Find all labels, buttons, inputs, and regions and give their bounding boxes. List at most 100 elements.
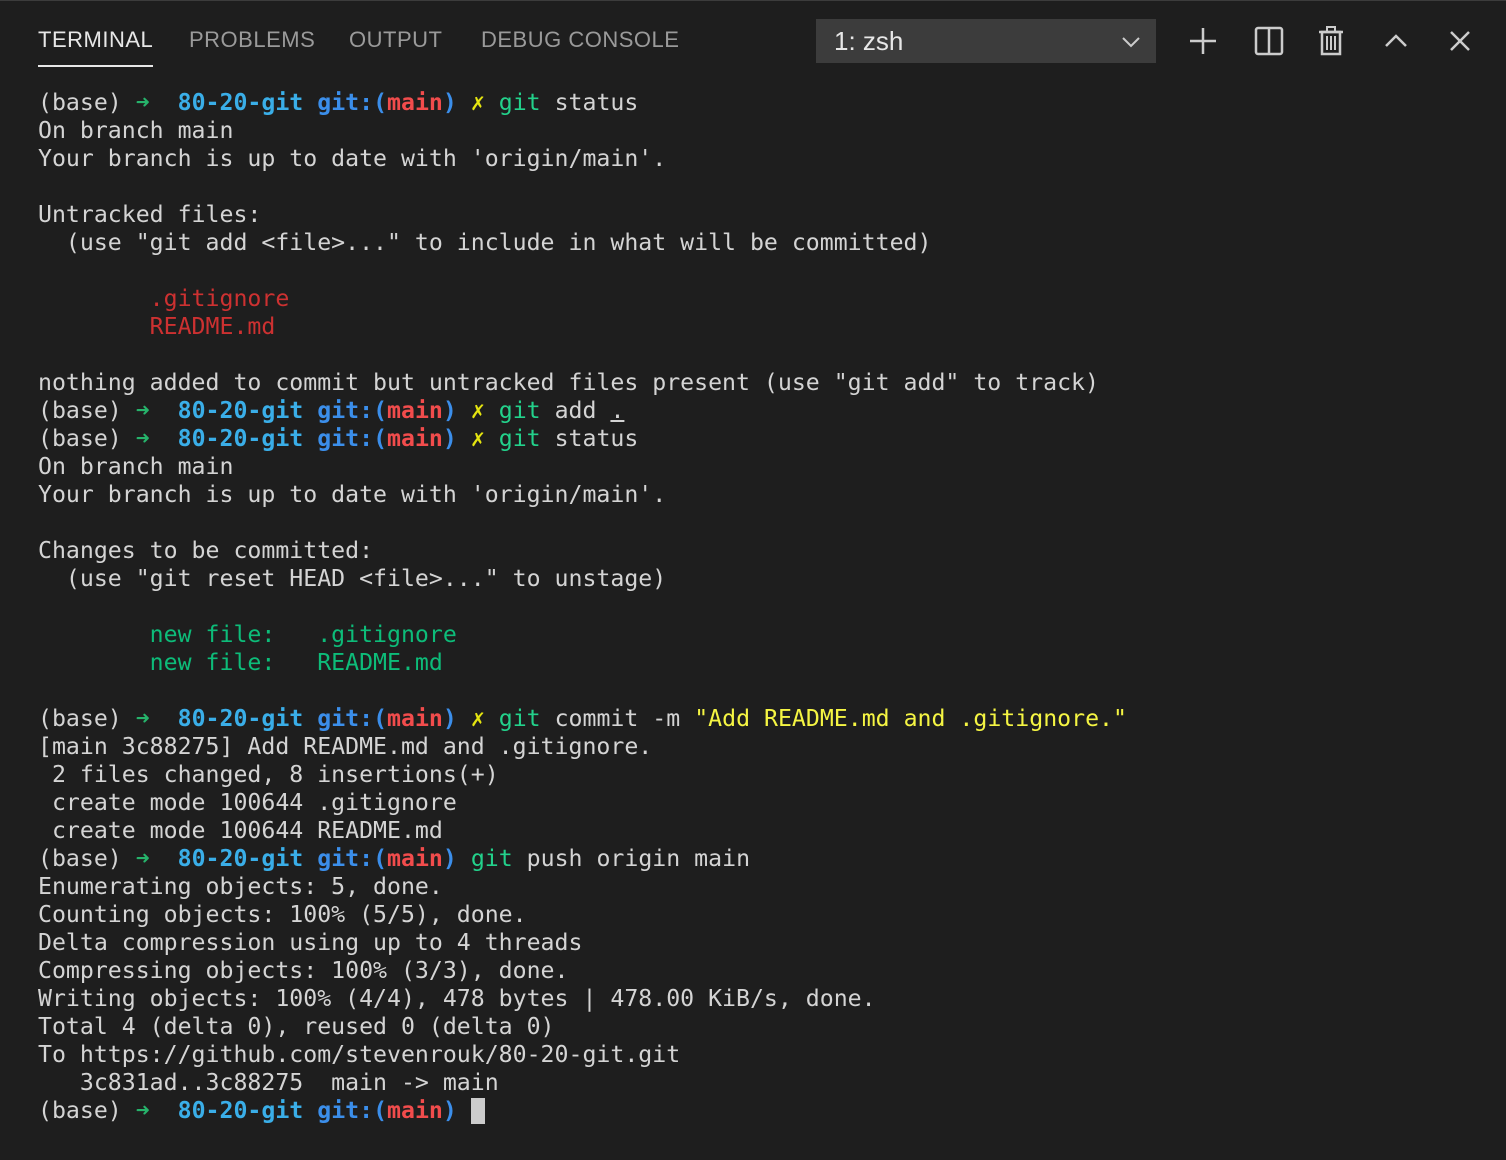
tab-debug-console[interactable]: DEBUG CONSOLE [481, 27, 679, 65]
terminal-line: (use "git add <file>..." to include in w… [38, 229, 1506, 257]
terminal-text-segment: create mode 100644 .gitignore [38, 789, 457, 816]
terminal-text-segment: git:( [317, 845, 388, 872]
terminal-text-segment: ➜ [135, 397, 178, 424]
terminal-text-segment: ➜ [135, 705, 178, 732]
terminal-text-segment: ) [442, 425, 471, 452]
terminal-line: (use "git reset HEAD <file>..." to unsta… [38, 565, 1506, 593]
panel-tab-bar: TERMINAL PROBLEMS OUTPUT DEBUG CONSOLE 1… [0, 1, 1506, 81]
terminal-text-segment: On branch main [38, 453, 234, 480]
terminal-text-segment: 80-20-git [177, 705, 318, 732]
terminal-text-segment: 2 files changed, 8 insertions(+) [38, 761, 499, 788]
plus-icon [1190, 28, 1216, 54]
terminal-text-segment: ➜ [135, 1097, 178, 1124]
terminal-text-segment: README.md [38, 313, 276, 340]
terminal-line: Your branch is up to date with 'origin/m… [38, 481, 1506, 509]
terminal-line: Writing objects: 100% (4/4), 478 bytes |… [38, 985, 1506, 1013]
maximize-panel-button[interactable] [1378, 23, 1414, 59]
tab-terminal[interactable]: TERMINAL [38, 27, 154, 67]
terminal-text-segment: git:( [317, 397, 388, 424]
close-panel-button[interactable] [1442, 23, 1478, 59]
terminal-line: Delta compression using up to 4 threads [38, 929, 1506, 957]
terminal-text-segment: ✗ [470, 397, 499, 424]
terminal-line: Enumerating objects: 5, done. [38, 873, 1506, 901]
terminal-line: [main 3c88275] Add README.md and .gitign… [38, 733, 1506, 761]
terminal-text-segment: status [540, 89, 639, 116]
terminal-text-segment: On branch main [38, 117, 234, 144]
terminal-text-segment: "Add README.md and .gitignore." [694, 705, 1127, 732]
terminal-line: new file: README.md [38, 649, 1506, 677]
terminal-line: nothing added to commit but untracked fi… [38, 369, 1506, 397]
terminal-text-segment: git [498, 89, 541, 116]
terminal-text-segment: main [387, 1097, 443, 1124]
terminal-line: Your branch is up to date with 'origin/m… [38, 145, 1506, 173]
terminal-text-segment: ✗ [470, 705, 499, 732]
terminal-line: Compressing objects: 100% (3/3), done. [38, 957, 1506, 985]
terminal-text-segment: (use "git reset HEAD <file>..." to unsta… [38, 565, 667, 592]
tab-output[interactable]: OUTPUT [349, 27, 442, 65]
terminal-line: README.md [38, 313, 1506, 341]
terminal-line: (base) ➜ 80-20-git git:(main) ✗ git stat… [38, 89, 1506, 117]
terminal-text-segment: git:( [317, 705, 388, 732]
terminal-text-segment: Delta compression using up to 4 threads [38, 929, 583, 956]
terminal-text-segment: 80-20-git [177, 425, 318, 452]
terminal-text-segment: Compressing objects: 100% (3/3), done. [38, 957, 569, 984]
terminal-text-segment: .gitignore [38, 285, 290, 312]
terminal-panel: TERMINAL PROBLEMS OUTPUT DEBUG CONSOLE 1… [0, 0, 1506, 1160]
terminal-text-segment: git:( [317, 1097, 388, 1124]
close-icon [1450, 31, 1470, 51]
terminal-text-segment: new file: .gitignore [38, 621, 457, 648]
terminal-text-segment: (use "git add <file>..." to include in w… [38, 229, 932, 256]
terminal-text-segment: commit -m [540, 705, 695, 732]
terminal-line: (base) ➜ 80-20-git git:(main) ✗ git add … [38, 397, 1506, 425]
terminal-text-segment: [main 3c88275] Add README.md and .gitign… [38, 733, 653, 760]
terminal-line: .gitignore [38, 285, 1506, 313]
terminal-line: On branch main [38, 117, 1506, 145]
terminal-text-segment: status [540, 425, 639, 452]
terminal-text-segment: (base) [38, 845, 136, 872]
terminal-text-segment: Enumerating objects: 5, done. [38, 873, 443, 900]
terminal-text-segment: (base) [38, 89, 136, 116]
terminal-line: (base) ➜ 80-20-git git:(main) ✗ git stat… [38, 425, 1506, 453]
terminal-text-segment: main [387, 425, 443, 452]
terminal-text-segment: ) [442, 89, 471, 116]
trash-icon [1319, 26, 1343, 56]
terminal-text-segment: git [498, 397, 541, 424]
terminal-select-dropdown[interactable]: 1: zsh [816, 19, 1156, 63]
split-terminal-button[interactable] [1251, 23, 1287, 59]
terminal-line: 3c831ad..3c88275 main -> main [38, 1069, 1506, 1097]
terminal-line: (base) ➜ 80-20-git git:(main) ✗ git comm… [38, 705, 1506, 733]
terminal-text-segment: Total 4 (delta 0), reused 0 (delta 0) [38, 1013, 555, 1040]
new-terminal-button[interactable] [1185, 23, 1221, 59]
terminal-line: create mode 100644 .gitignore [38, 789, 1506, 817]
terminal-text-segment: main [387, 845, 443, 872]
terminal-text-segment: ➜ [135, 89, 178, 116]
terminal-text-segment: Counting objects: 100% (5/5), done. [38, 901, 527, 928]
terminal-text-segment: (base) [38, 1097, 136, 1124]
terminal-text-segment: ) [442, 397, 471, 424]
terminal-output[interactable]: (base) ➜ 80-20-git git:(main) ✗ git stat… [38, 89, 1506, 1160]
kill-terminal-button[interactable] [1313, 23, 1349, 59]
terminal-text-segment: 3c831ad..3c88275 main -> main [38, 1069, 499, 1096]
terminal-text-segment: 80-20-git [177, 845, 318, 872]
chevron-up-icon [1385, 34, 1407, 47]
terminal-line: (base) ➜ 80-20-git git:(main) git push o… [38, 845, 1506, 873]
terminal-line: (base) ➜ 80-20-git git:(main) [38, 1097, 1506, 1125]
terminal-text-segment: ➜ [135, 845, 178, 872]
terminal-text-segment: Writing objects: 100% (4/4), 478 bytes |… [38, 985, 876, 1012]
terminal-text-segment: 80-20-git [177, 397, 318, 424]
terminal-text-segment: ) [442, 1097, 471, 1124]
terminal-line: To https://github.com/stevenrouk/80-20-g… [38, 1041, 1506, 1069]
terminal-text-segment: Untracked files: [38, 201, 262, 228]
terminal-cursor [470, 1098, 485, 1124]
terminal-text-segment: To https://github.com/stevenrouk/80-20-g… [38, 1041, 681, 1068]
terminal-text-segment: (base) [38, 705, 136, 732]
tab-problems[interactable]: PROBLEMS [189, 27, 315, 65]
terminal-text-segment: (base) [38, 397, 136, 424]
terminal-text-segment: git [470, 845, 513, 872]
terminal-text-segment: git:( [317, 425, 388, 452]
